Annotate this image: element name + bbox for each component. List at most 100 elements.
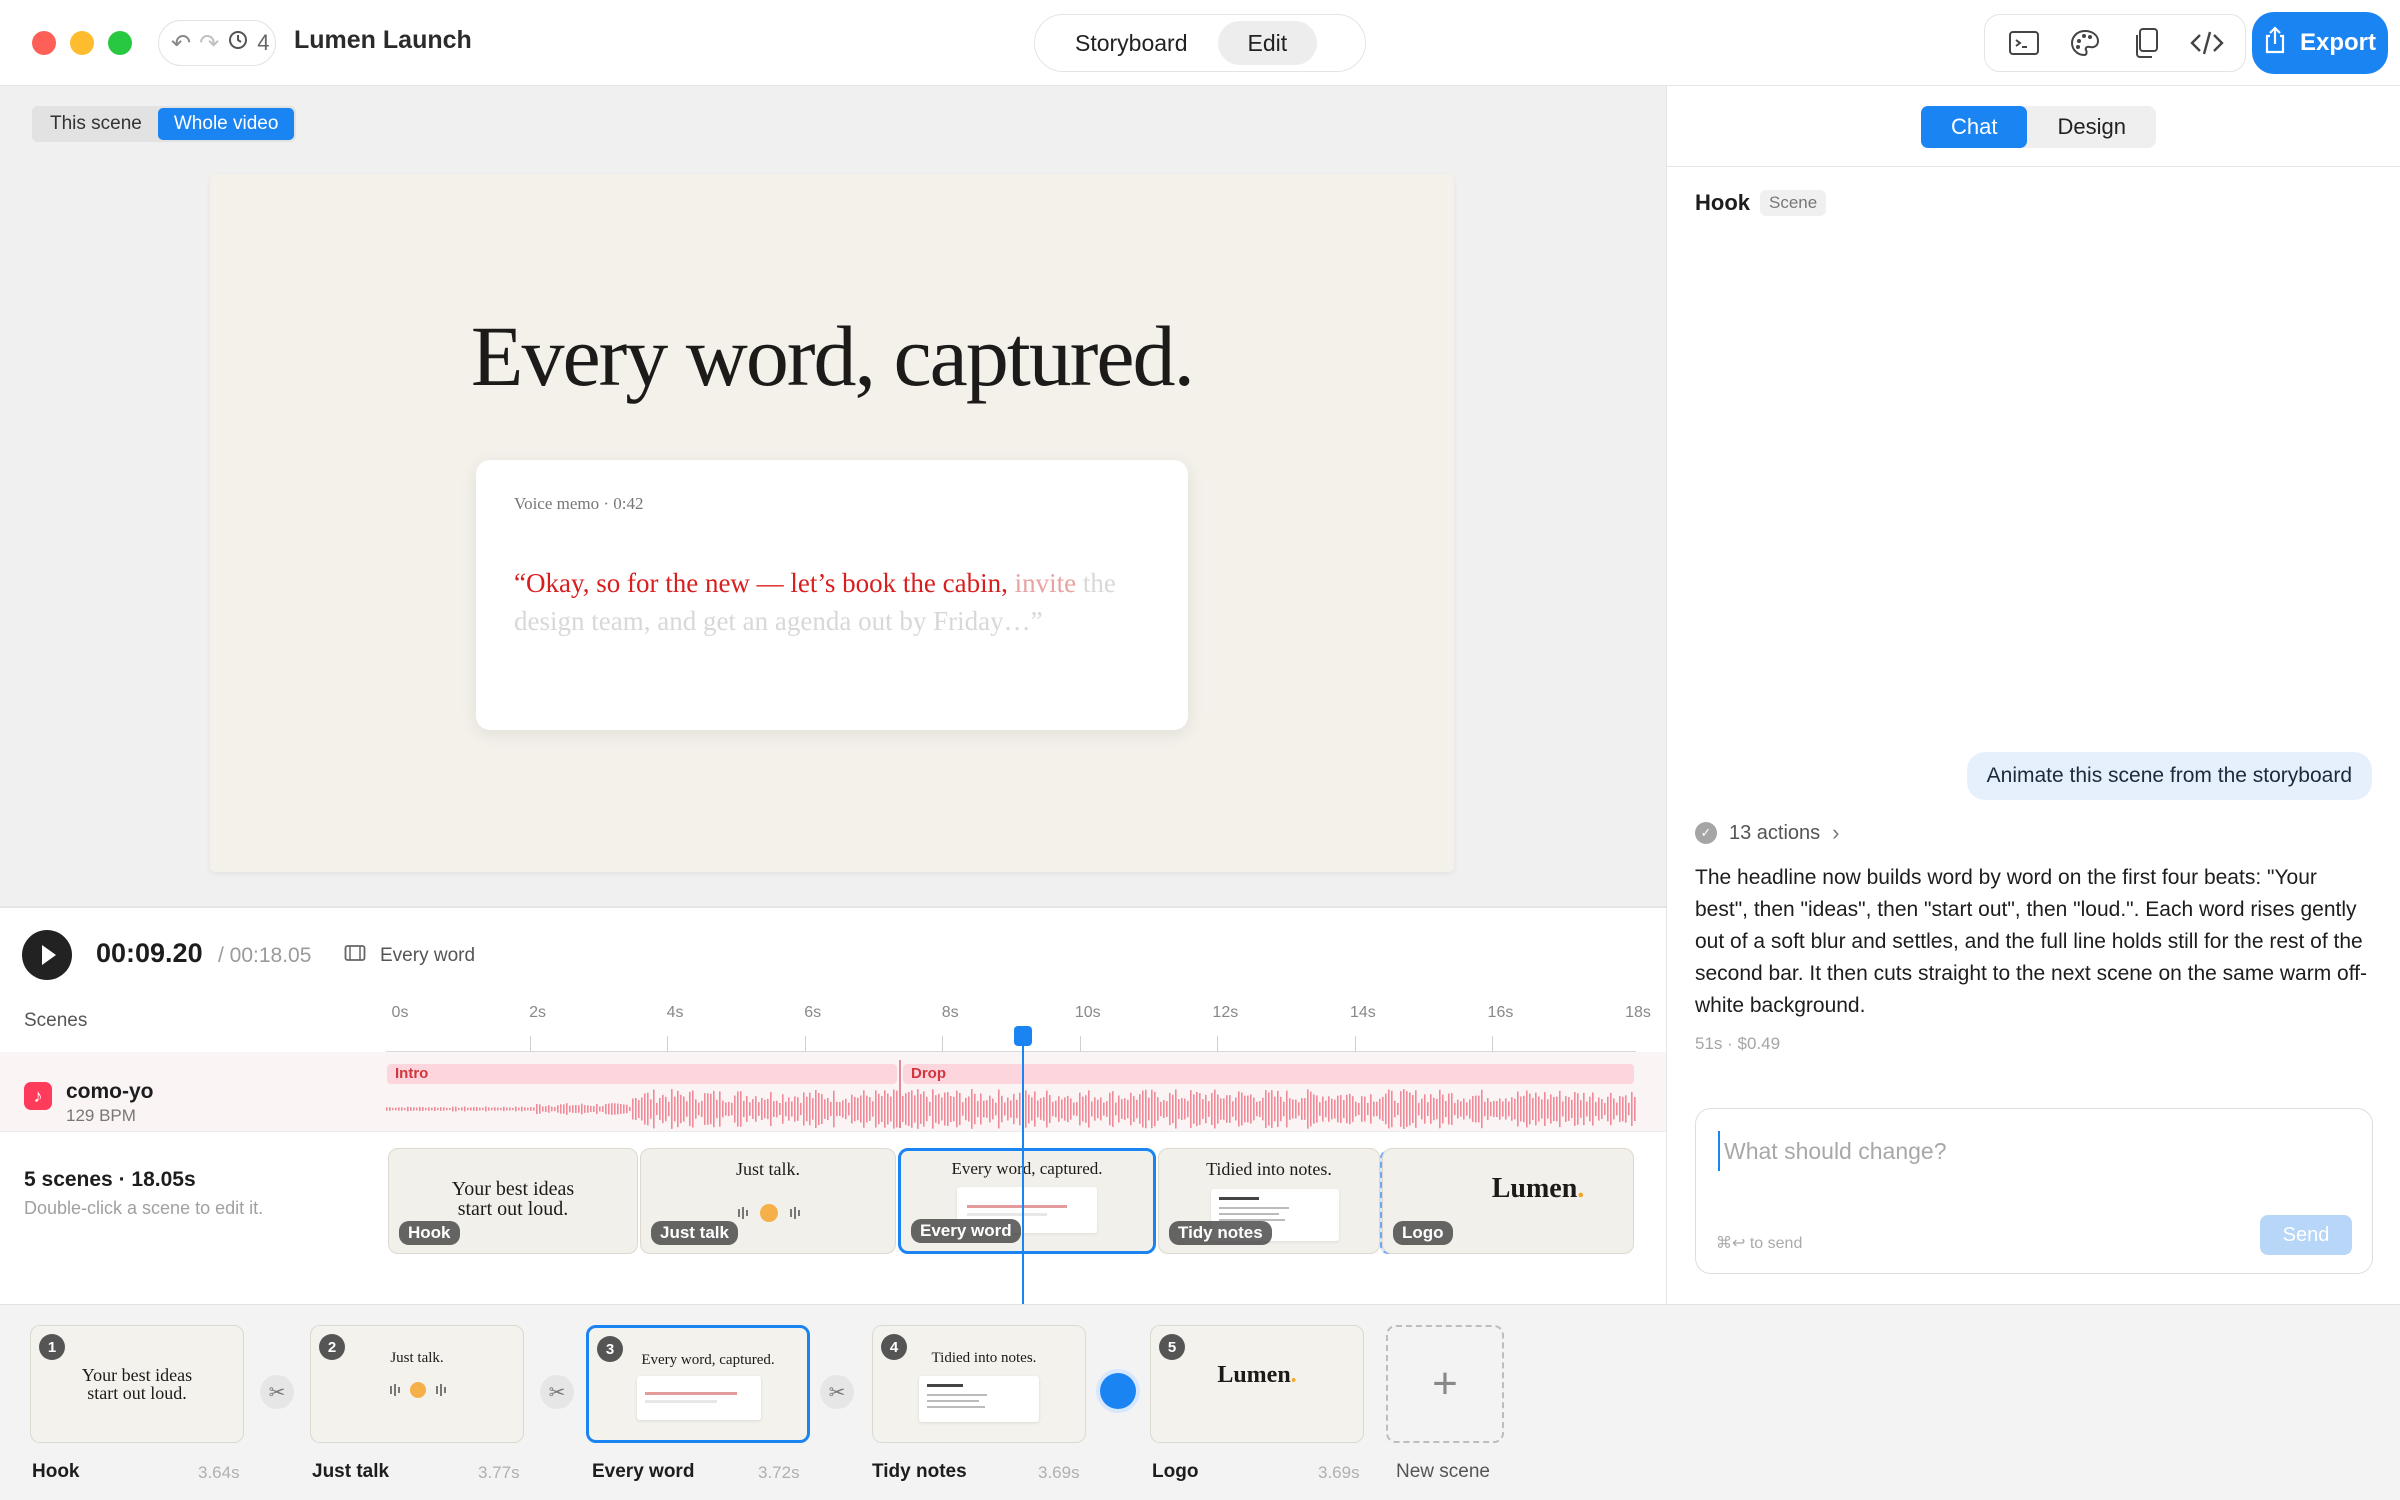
- storyboard-card-logo[interactable]: 5 Lumen.: [1150, 1325, 1364, 1443]
- waveform-bar: [554, 1106, 556, 1112]
- tab-this-scene[interactable]: This scene: [34, 108, 158, 140]
- tab-storyboard[interactable]: Storyboard: [1045, 21, 1218, 65]
- tab-edit[interactable]: Edit: [1217, 21, 1318, 65]
- storyboard-card-every-word[interactable]: 3 Every word, captured.: [586, 1325, 810, 1443]
- waveform-bar: [746, 1096, 748, 1122]
- undo-icon[interactable]: ↶: [171, 29, 191, 58]
- export-button[interactable]: Export: [2252, 12, 2388, 74]
- waveform-bar: [512, 1107, 514, 1111]
- timeline-clip-tidy-notes[interactable]: Tidied into notes. Tidy notes: [1158, 1148, 1380, 1254]
- timeline-clip-logo[interactable]: Lumen. Logo: [1382, 1148, 1634, 1254]
- waveform-bar: [1430, 1094, 1432, 1124]
- waveform-bar: [1535, 1092, 1537, 1126]
- waveform-bar: [584, 1105, 586, 1113]
- waveform-bar: [1304, 1098, 1306, 1120]
- tab-design[interactable]: Design: [2027, 106, 2155, 148]
- copy-document-icon[interactable]: [2122, 21, 2170, 65]
- waveform-bar: [878, 1093, 880, 1125]
- video-canvas[interactable]: Every word, captured. Voice memo · 0:42 …: [210, 174, 1454, 872]
- waveform-bar: [713, 1090, 715, 1128]
- waveform-bar: [1601, 1099, 1603, 1119]
- play-button[interactable]: [22, 930, 72, 980]
- message-input[interactable]: [1718, 1131, 2338, 1171]
- close-window-button[interactable]: [32, 31, 56, 55]
- transition-dot[interactable]: [1100, 1373, 1136, 1409]
- waveform-bar: [575, 1105, 577, 1113]
- waveform-bar: [914, 1095, 916, 1123]
- waveform-bar: [947, 1092, 949, 1126]
- waveform-bar: [1388, 1089, 1390, 1129]
- selected-scene-title: Hook: [1695, 190, 1750, 215]
- waveform-bar: [1142, 1090, 1144, 1128]
- waveform-bar: [461, 1107, 463, 1111]
- scissors-icon[interactable]: ✂: [820, 1375, 854, 1409]
- actions-summary[interactable]: ✓ 13 actions ›: [1695, 820, 1840, 846]
- redo-icon[interactable]: ↷: [199, 29, 219, 58]
- waveform-bar: [764, 1099, 766, 1119]
- waveform-bar: [548, 1105, 550, 1113]
- timeline-clip-hook[interactable]: Your best ideas start out loud. Hook: [388, 1148, 638, 1254]
- terminal-icon[interactable]: [2000, 21, 2048, 65]
- storyboard-card-just-talk[interactable]: 2 Just talk.: [310, 1325, 524, 1443]
- waveform-bar: [1556, 1096, 1558, 1122]
- waveform-bar: [1298, 1102, 1300, 1116]
- waveform-bar: [716, 1099, 718, 1119]
- scene-name: Tidy notes: [872, 1461, 967, 1482]
- waveform-bar: [665, 1096, 667, 1122]
- waveform-bar: [1220, 1098, 1222, 1120]
- tab-chat[interactable]: Chat: [1921, 106, 2028, 148]
- waveform-bar: [1217, 1094, 1219, 1124]
- ruler-tick-label: 0s: [391, 1004, 409, 1021]
- scissors-icon[interactable]: ✂: [260, 1375, 294, 1409]
- waveform-bar: [1604, 1102, 1606, 1116]
- waveform-bar: [938, 1093, 940, 1125]
- waveform-bar: [1088, 1090, 1090, 1128]
- waveform-bar: [407, 1106, 409, 1112]
- waveform-bar: [611, 1103, 613, 1115]
- send-button[interactable]: Send: [2260, 1215, 2352, 1255]
- waveform-bar: [1508, 1101, 1510, 1117]
- waveform-bar: [1163, 1100, 1165, 1118]
- waveform-bar: [614, 1103, 616, 1115]
- waveform-bar: [1127, 1099, 1129, 1119]
- panel-tabs: Chat Design: [1921, 106, 2156, 148]
- code-icon[interactable]: [2183, 21, 2231, 65]
- storyboard-card-hook[interactable]: 1 Your best ideas start out loud.: [30, 1325, 244, 1443]
- history-icon[interactable]: [227, 29, 249, 58]
- chevron-right-icon: ›: [1832, 820, 1840, 845]
- current-scene-indicator: Every word: [344, 944, 475, 968]
- new-scene-button[interactable]: +: [1386, 1325, 1504, 1443]
- quote-spoken-text: “Okay, so for the new — let’s book the c…: [514, 568, 1008, 598]
- tab-whole-video[interactable]: Whole video: [157, 108, 295, 140]
- waveform-bar: [1490, 1101, 1492, 1117]
- section-drop[interactable]: Drop: [903, 1064, 1634, 1084]
- waveform-bar: [644, 1093, 646, 1125]
- minimize-window-button[interactable]: [70, 31, 94, 55]
- waveform-bar: [1247, 1095, 1249, 1123]
- audio-track[interactable]: ♪ como-yo 129 BPM Intro Drop: [0, 1052, 1666, 1132]
- waveform-bar: [467, 1107, 469, 1111]
- waveform-bar: [506, 1107, 508, 1111]
- waveform-bar: [389, 1107, 391, 1111]
- zoom-window-button[interactable]: [108, 31, 132, 55]
- waveform-bar: [1151, 1089, 1153, 1129]
- scene-name: Every word: [592, 1461, 695, 1482]
- waveform-bar: [1001, 1095, 1003, 1123]
- scissors-icon[interactable]: ✂: [540, 1375, 574, 1409]
- timeline-section: 00:09.20 / 00:18.05 Every word Scenes ♪ …: [0, 906, 1666, 1306]
- scene-count-summary: 5 scenes · 18.05s: [24, 1168, 196, 1191]
- storyboard-card-tidy-notes[interactable]: 4 Tidied into notes.: [872, 1325, 1086, 1443]
- waveform-bar: [824, 1099, 826, 1119]
- timeline-clip-just-talk[interactable]: Just talk. Just talk: [640, 1148, 896, 1254]
- waveform-bar: [845, 1098, 847, 1120]
- waveform-bar: [1586, 1101, 1588, 1117]
- assistant-message: The headline now builds word by word on …: [1695, 866, 2367, 1017]
- mic-pulse-icon: [738, 1204, 800, 1222]
- waveform-bar: [668, 1101, 670, 1117]
- clip-preview-text: Lumen.: [1491, 1173, 1585, 1204]
- section-intro[interactable]: Intro: [387, 1064, 897, 1084]
- playhead-handle[interactable]: [1014, 1026, 1032, 1046]
- timeline-clip-every-word[interactable]: Every word, captured. Every word: [898, 1148, 1156, 1254]
- waveform-bar: [1250, 1094, 1252, 1124]
- palette-icon[interactable]: [2061, 21, 2109, 65]
